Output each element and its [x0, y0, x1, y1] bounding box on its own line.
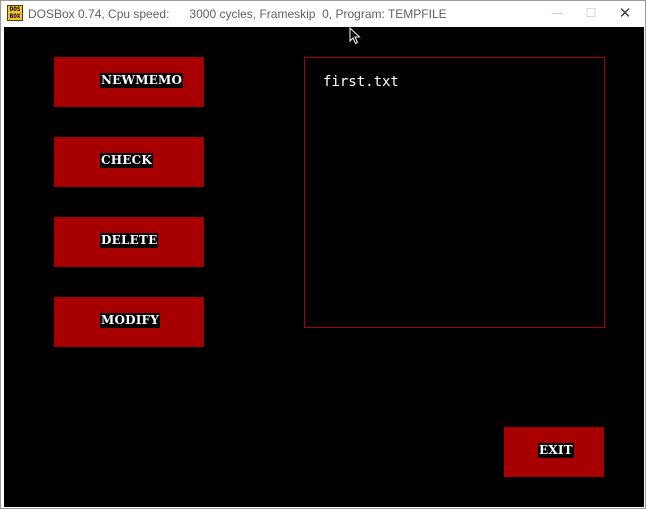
- file-list-item[interactable]: first.txt: [323, 74, 399, 90]
- maximize-button[interactable]: ☐: [574, 1, 608, 26]
- title-bar[interactable]: DOS BOX DOSBox 0.74, Cpu speed: 3000 cyc…: [1, 1, 645, 26]
- delete-label: DELETE: [100, 233, 159, 248]
- exit-label: EXIT: [538, 443, 574, 458]
- modify-label: MODIFY: [100, 313, 161, 328]
- dosbox-window: DOS BOX DOSBox 0.74, Cpu speed: 3000 cyc…: [0, 0, 646, 509]
- check-button[interactable]: CHECK: [54, 137, 204, 187]
- minimize-button[interactable]: —: [540, 1, 574, 26]
- dos-screen: NEWMEMO CHECK DELETE MODIFY first.txt EX…: [4, 27, 644, 507]
- delete-button[interactable]: DELETE: [54, 217, 204, 267]
- newmemo-button[interactable]: NEWMEMO: [54, 57, 204, 107]
- dosbox-icon[interactable]: DOS BOX: [7, 5, 23, 21]
- newmemo-label: NEWMEMO: [100, 73, 184, 88]
- check-label: CHECK: [100, 153, 154, 168]
- file-list[interactable]: first.txt: [304, 57, 605, 328]
- exit-button[interactable]: EXIT: [504, 427, 604, 477]
- modify-button[interactable]: MODIFY: [54, 297, 204, 347]
- close-button[interactable]: ✕: [608, 1, 642, 26]
- window-title: DOSBox 0.74, Cpu speed: 3000 cycles, Fra…: [28, 7, 447, 21]
- mouse-pointer-icon: [349, 27, 361, 45]
